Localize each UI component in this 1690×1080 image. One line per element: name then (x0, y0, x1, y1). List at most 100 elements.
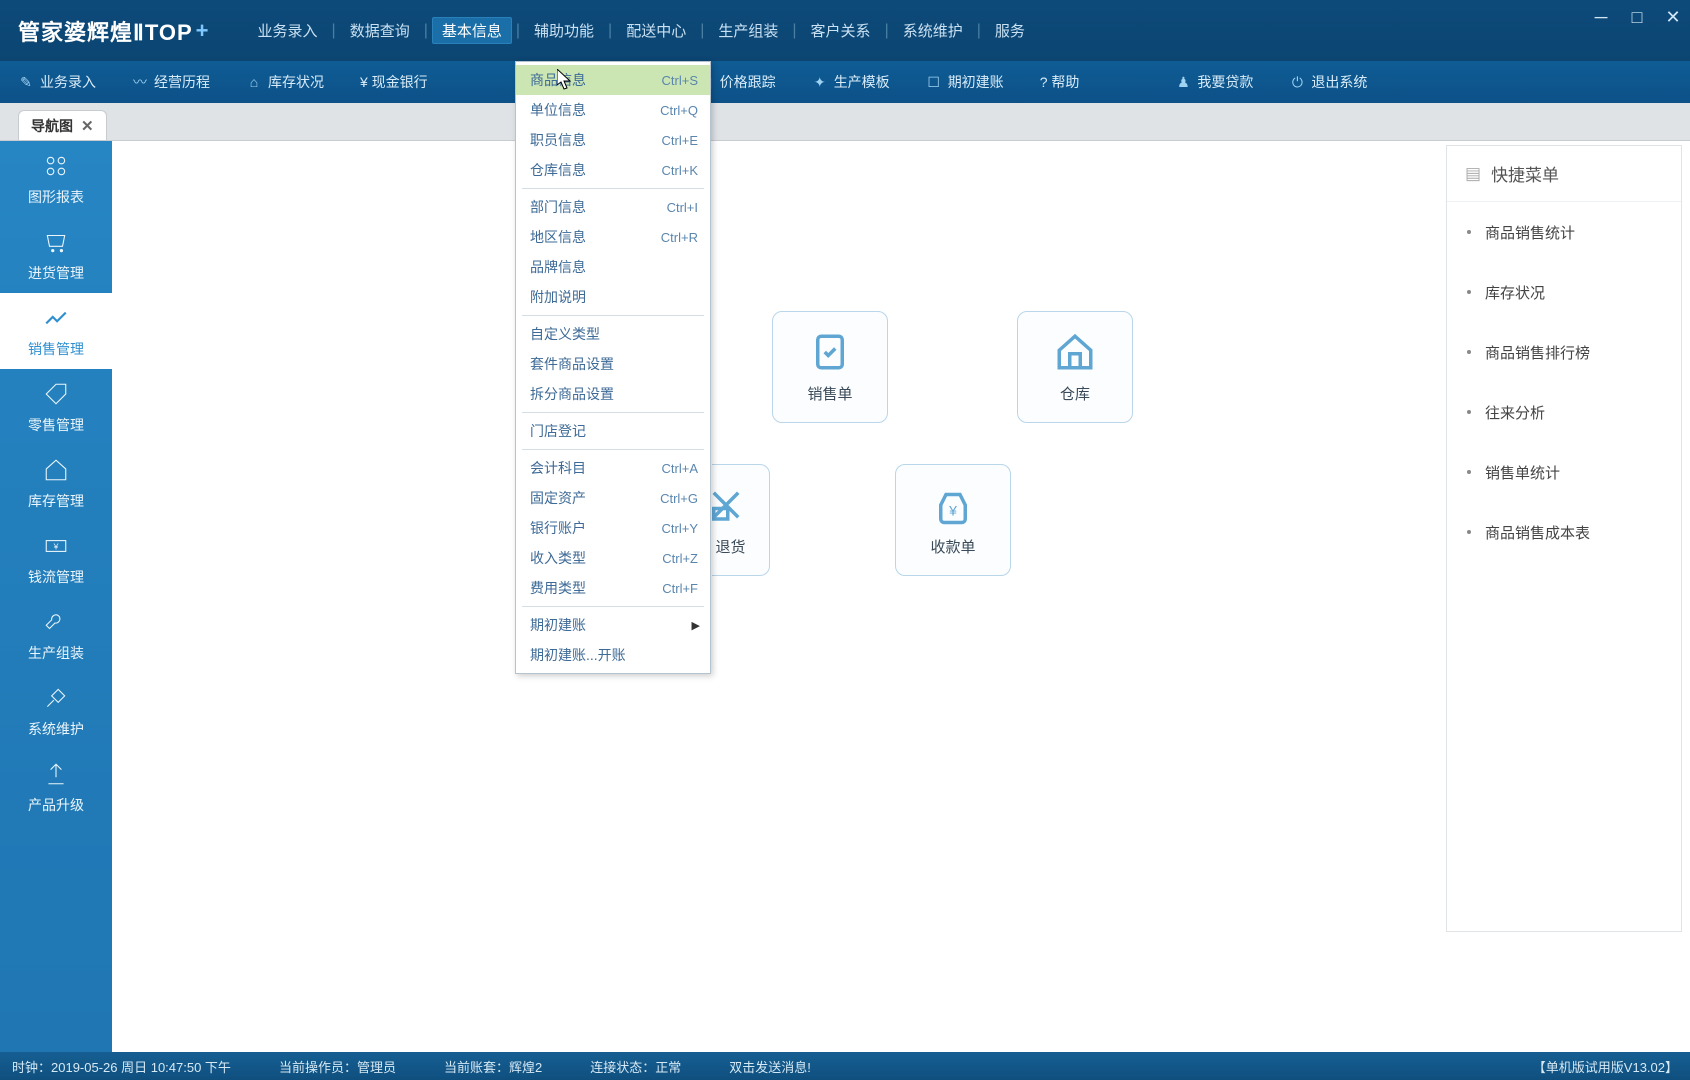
money-bag-icon: ¥ (932, 484, 974, 526)
dd-brand-info[interactable]: 品牌信息 (516, 252, 710, 282)
tool-cash-bank[interactable]: ¥ 现金银行 (342, 72, 446, 92)
basic-info-dropdown: 商品信息Ctrl+S 单位信息Ctrl+Q 职员信息Ctrl+E 仓库信息Ctr… (515, 61, 711, 674)
app-logo: 管家婆辉煌ⅡTOP + (0, 15, 228, 47)
qm-item-sales-stats[interactable]: 商品销售统计 (1447, 202, 1681, 262)
tool-loan[interactable]: ♟我要贷款 (1157, 72, 1271, 92)
menu-basic-info[interactable]: 基本信息 (432, 17, 512, 44)
dd-region-info[interactable]: 地区信息Ctrl+R (516, 222, 710, 252)
dd-income-type[interactable]: 收入类型Ctrl+Z (516, 543, 710, 573)
menu-business-entry[interactable]: 业务录入 (248, 17, 328, 44)
window-controls: ─ □ ✕ (1592, 8, 1682, 26)
dd-expense-type[interactable]: 费用类型Ctrl+F (516, 573, 710, 603)
minimize-icon[interactable]: ─ (1592, 8, 1610, 26)
dd-account-subject[interactable]: 会计科目Ctrl+A (516, 453, 710, 483)
sidebar-item-inventory[interactable]: 库存管理 (0, 445, 112, 521)
tool-help[interactable]: ? 帮助 (1022, 72, 1098, 92)
tile-sales-order[interactable]: 销售单 (772, 311, 888, 423)
trend-up-icon (41, 303, 71, 333)
dd-unit-info[interactable]: 单位信息Ctrl+Q (516, 95, 710, 125)
dd-initial-ledger-open[interactable]: 期初建账...开账 (516, 640, 710, 670)
qm-item-sales-cost[interactable]: 商品销售成本表 (1447, 502, 1681, 562)
money-icon: ¥ (41, 531, 71, 561)
sidebar-item-purchase[interactable]: 进货管理 (0, 217, 112, 293)
dd-extra-desc[interactable]: 附加说明 (516, 282, 710, 312)
tab-label: 导航图 (31, 116, 73, 136)
menu-data-query[interactable]: 数据查询 (340, 17, 420, 44)
tabstrip: 导航图 ✕ (0, 103, 1690, 141)
tool-exit[interactable]: ⏻退出系统 (1271, 72, 1385, 92)
dd-bank-account[interactable]: 银行账户Ctrl+Y (516, 513, 710, 543)
tile-receipt[interactable]: ¥ 收款单 (895, 464, 1011, 576)
tool-stock-status[interactable]: ⌂库存状况 (228, 72, 342, 92)
menu-production[interactable]: 生产组装 (708, 17, 788, 44)
tool-production-template[interactable]: ✦生产模板 (794, 72, 908, 92)
sidebar-item-graphic-reports[interactable]: 图形报表 (0, 141, 112, 217)
grid-icon (41, 151, 71, 181)
clipboard-icon: ✎ (18, 74, 34, 90)
close-icon[interactable]: ✕ (1664, 8, 1682, 26)
dd-split-setting[interactable]: 拆分商品设置 (516, 379, 710, 409)
sb-operator: 当前操作员：管理员 (279, 1057, 396, 1076)
chart-line-icon: 〰 (132, 74, 148, 90)
tile-return-partial[interactable]: 退货 (712, 464, 770, 576)
clipboard-check-icon (809, 331, 851, 373)
dd-warehouse-info[interactable]: 仓库信息Ctrl+K (516, 155, 710, 185)
toolbar: ✎业务录入 〰经营历程 ⌂库存状况 ¥ 现金银行 ⚙物价管理 ▥价格跟踪 ✦生产… (0, 61, 1690, 103)
tile-warehouse[interactable]: 仓库 (1017, 311, 1133, 423)
quick-menu-header: ▤ 快捷菜单 (1447, 146, 1681, 202)
dd-initial-ledger[interactable]: 期初建账▶ (516, 610, 710, 640)
dd-custom-type[interactable]: 自定义类型 (516, 319, 710, 349)
menu-distribution[interactable]: 配送中心 (616, 17, 696, 44)
sb-clock: 时钟：2019-05-26 周日 10:47:50 下午 (12, 1057, 231, 1076)
wrench-icon: ✦ (812, 74, 828, 90)
logo-plus: + (196, 18, 210, 44)
list-icon: ▤ (1465, 164, 1481, 184)
dd-staff-info[interactable]: 职员信息Ctrl+E (516, 125, 710, 155)
sb-version: 【单机版试用版V13.02】 (1533, 1057, 1678, 1076)
svg-text:¥: ¥ (53, 541, 59, 551)
tab-nav-map[interactable]: 导航图 ✕ (18, 110, 107, 140)
dd-department-info[interactable]: 部门信息Ctrl+I (516, 192, 710, 222)
dd-product-info[interactable]: 商品信息Ctrl+S (516, 65, 710, 95)
book-icon: ☐ (926, 74, 942, 90)
main-area: 图形报表 进货管理 销售管理 零售管理 库存管理 ¥ 钱流管理 生产组装 系统维 (0, 141, 1690, 1052)
sb-message[interactable]: 双击发送消息! (729, 1057, 811, 1076)
warehouse-icon (1054, 331, 1096, 373)
person-icon: ♟ (1175, 74, 1191, 90)
wrench-icon (41, 607, 71, 637)
canvas: 销售单 仓库 退货 ¥ 收款单 ▤ 快捷菜单 商品销售统计 库存状况 商品销售排… (112, 141, 1690, 1052)
sidebar-item-production[interactable]: 生产组装 (0, 597, 112, 673)
top-menu: 业务录入| 数据查询| 基本信息| 辅助功能| 配送中心| 生产组装| 客户关系… (248, 17, 1035, 44)
maximize-icon[interactable]: □ (1628, 8, 1646, 26)
titlebar: 管家婆辉煌ⅡTOP + 业务录入| 数据查询| 基本信息| 辅助功能| 配送中心… (0, 0, 1690, 61)
sidebar-item-sysmaint[interactable]: 系统维护 (0, 673, 112, 749)
tool-business-history[interactable]: 〰经营历程 (114, 72, 228, 92)
sidebar-item-cashflow[interactable]: ¥ 钱流管理 (0, 521, 112, 597)
home-icon (41, 455, 71, 485)
tools-icon (41, 683, 71, 713)
logo-text: 管家婆辉煌ⅡTOP (18, 15, 193, 47)
qm-item-sales-order-stats[interactable]: 销售单统计 (1447, 442, 1681, 502)
menu-service[interactable]: 服务 (985, 17, 1035, 44)
menu-crm[interactable]: 客户关系 (801, 17, 881, 44)
dd-kit-setting[interactable]: 套件商品设置 (516, 349, 710, 379)
qm-item-sales-ranking[interactable]: 商品销售排行榜 (1447, 322, 1681, 382)
svg-text:¥: ¥ (948, 502, 957, 518)
sidebar-item-upgrade[interactable]: 产品升级 (0, 749, 112, 825)
house-icon: ⌂ (246, 74, 262, 90)
tool-initial-ledger[interactable]: ☐期初建账 (908, 72, 1022, 92)
qm-item-stock-status[interactable]: 库存状况 (1447, 262, 1681, 322)
dd-fixed-asset[interactable]: 固定资产Ctrl+G (516, 483, 710, 513)
dd-store-register[interactable]: 门店登记 (516, 416, 710, 446)
menu-system-maint[interactable]: 系统维护 (893, 17, 973, 44)
statusbar: 时钟：2019-05-26 周日 10:47:50 下午 当前操作员：管理员 当… (0, 1052, 1690, 1080)
qm-item-receivables[interactable]: 往来分析 (1447, 382, 1681, 442)
cart-icon (41, 227, 71, 257)
sidebar: 图形报表 进货管理 销售管理 零售管理 库存管理 ¥ 钱流管理 生产组装 系统维 (0, 141, 112, 1052)
sidebar-item-sales[interactable]: 销售管理 (0, 293, 112, 369)
menu-aux-functions[interactable]: 辅助功能 (524, 17, 604, 44)
tool-business-entry[interactable]: ✎业务录入 (0, 72, 114, 92)
sidebar-item-retail[interactable]: 零售管理 (0, 369, 112, 445)
tab-close-icon[interactable]: ✕ (81, 117, 94, 135)
submenu-arrow-icon: ▶ (692, 619, 700, 632)
